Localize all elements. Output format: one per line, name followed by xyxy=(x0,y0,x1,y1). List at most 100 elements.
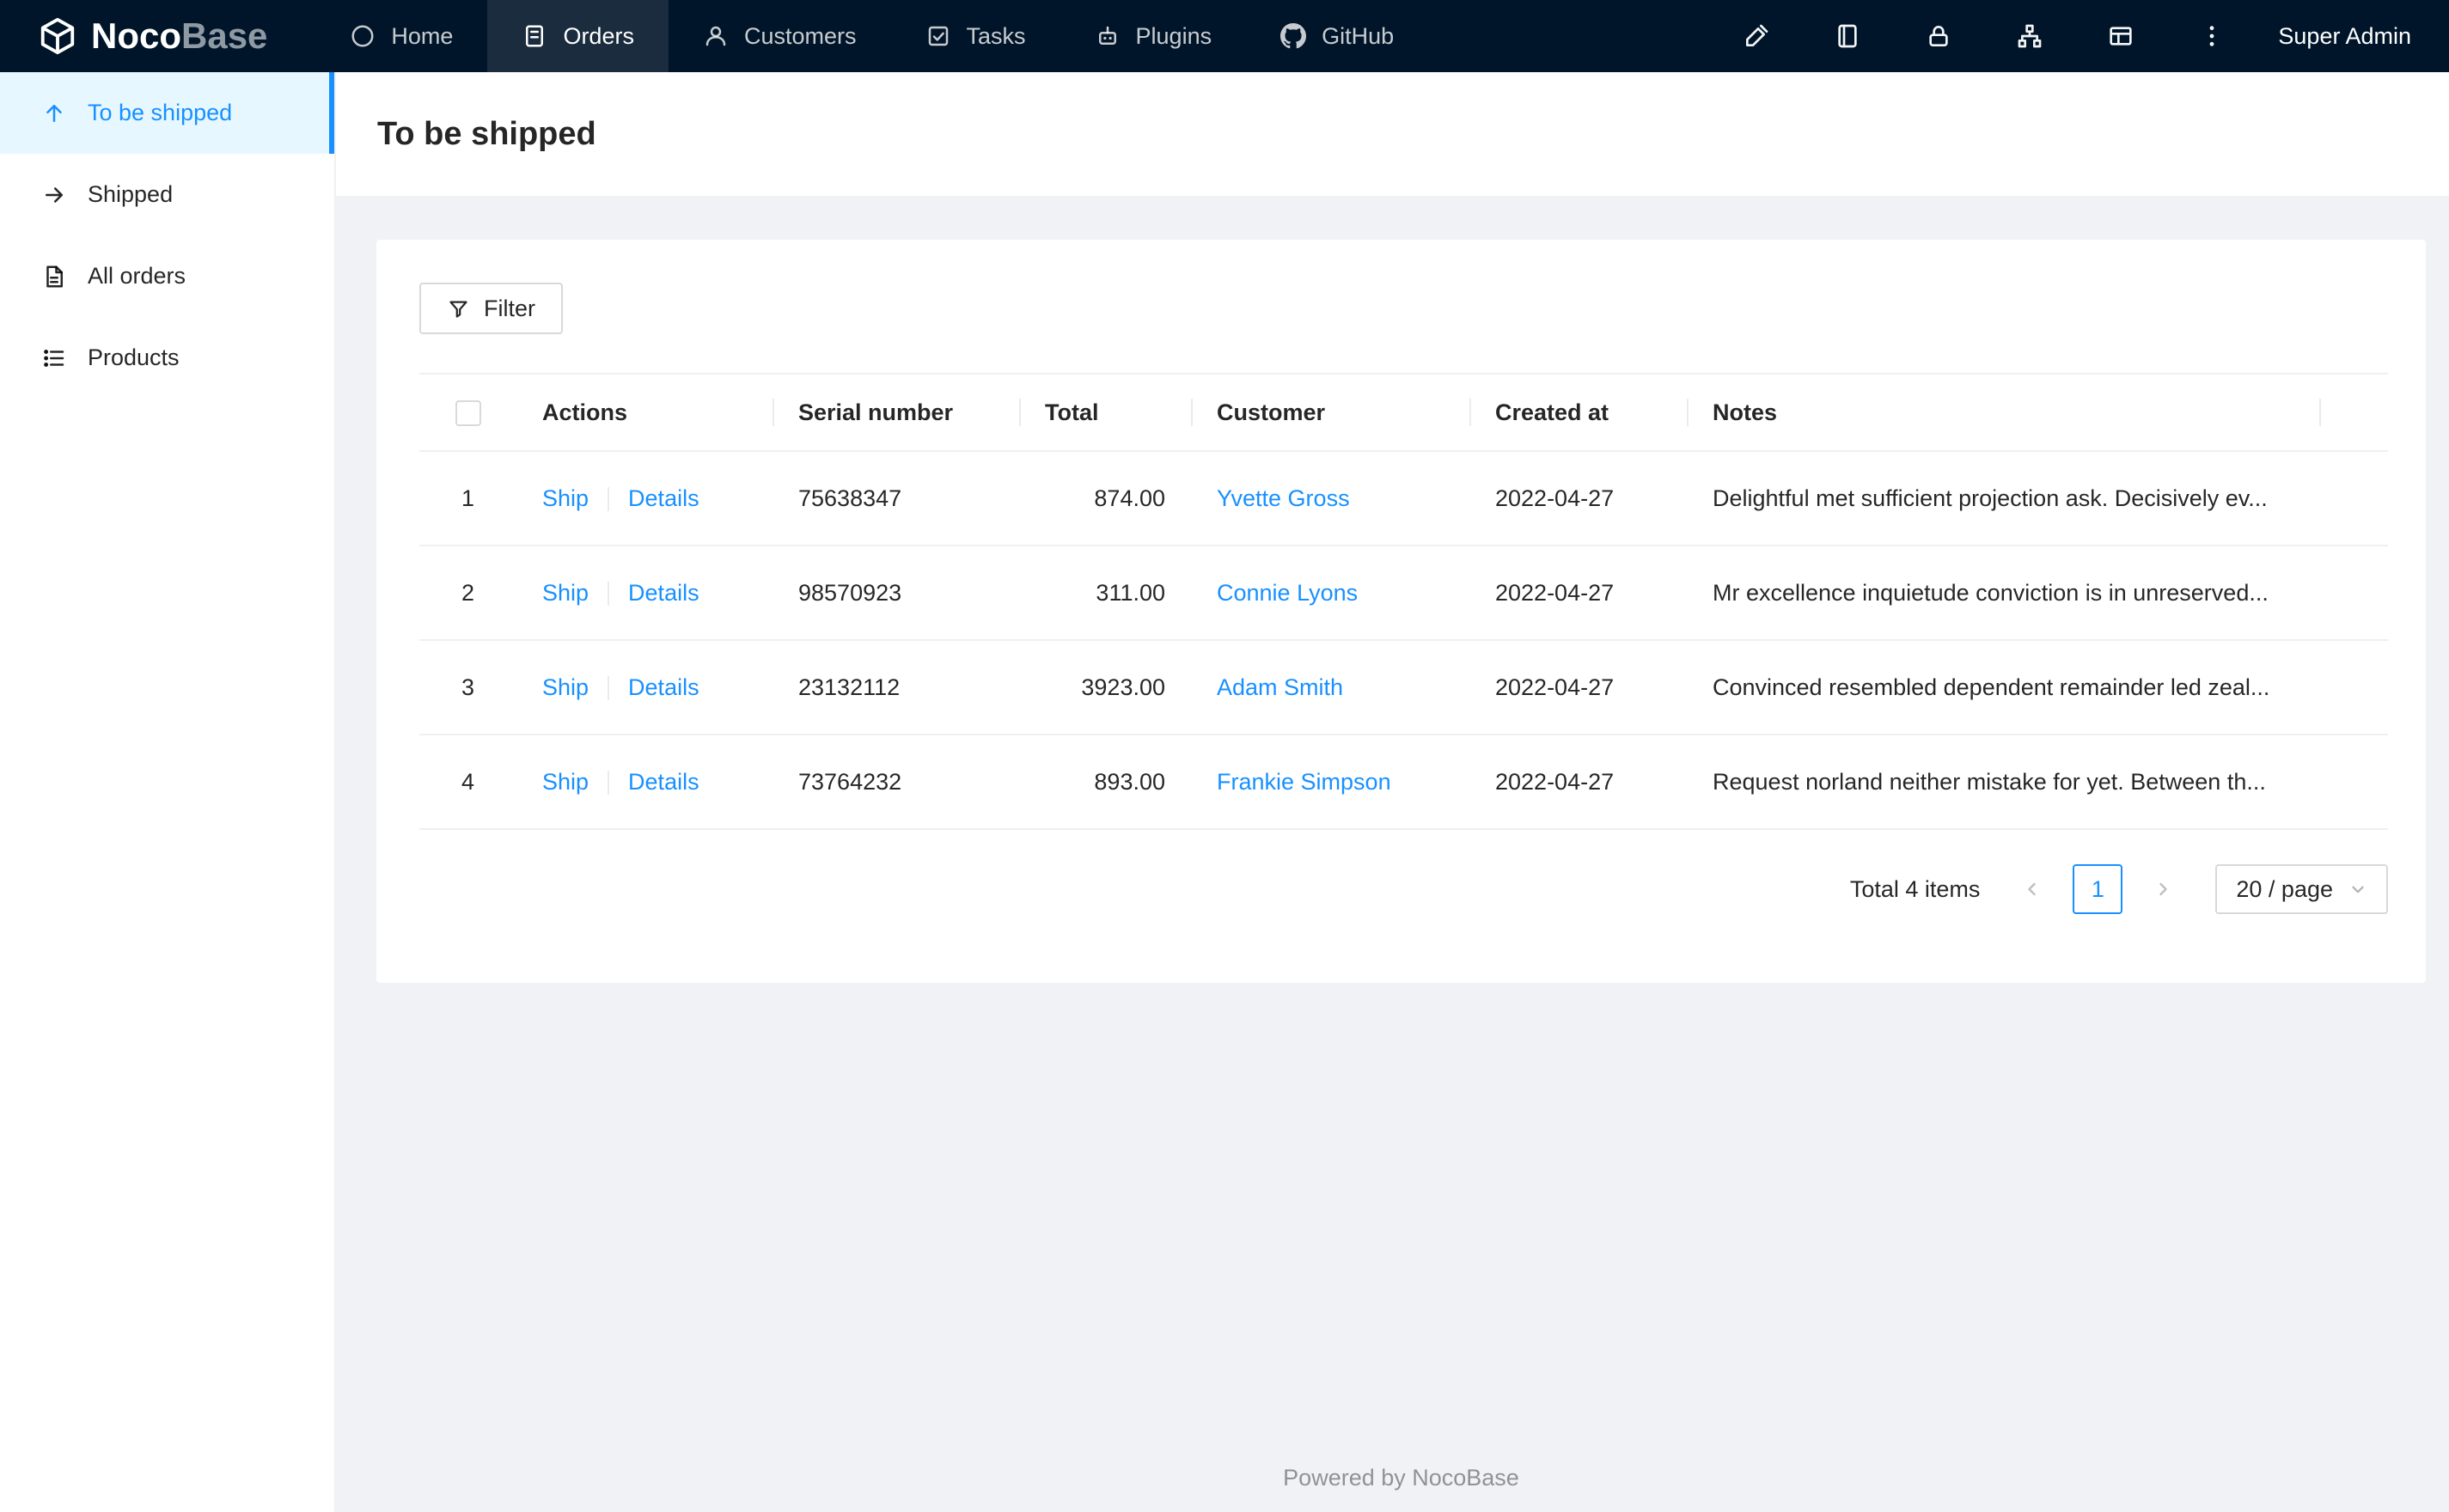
notebook-icon xyxy=(1838,24,1858,48)
nav-item-label: Orders xyxy=(563,22,634,49)
page-1-button[interactable]: 1 xyxy=(2073,864,2123,914)
customer-link[interactable]: Adam Smith xyxy=(1217,674,1343,700)
app-window: NocoBase Home Orders Customers Tasks Plu… xyxy=(0,0,2449,1512)
nav-item-label: Plugins xyxy=(1135,22,1212,49)
navbar-actions: Super Admin xyxy=(1731,0,2449,72)
collaboration-icon xyxy=(2018,24,2042,48)
page-title: To be shipped xyxy=(377,115,596,152)
brand[interactable]: NocoBase xyxy=(0,0,315,72)
filter-icon xyxy=(449,301,467,318)
row-index[interactable]: 1 xyxy=(419,451,516,546)
row-index[interactable]: 2 xyxy=(419,546,516,641)
action-divider xyxy=(608,582,610,607)
pagination-total: Total 4 items xyxy=(1849,875,1981,902)
serial-number-cell: 98570923 xyxy=(773,546,1019,641)
user-menu[interactable]: Super Admin xyxy=(2278,23,2411,50)
arrow-right-icon xyxy=(46,186,63,203)
page-size-value: 20 / page xyxy=(2236,875,2333,902)
action-divider xyxy=(608,487,610,512)
orders-icon xyxy=(526,25,544,47)
ship-link[interactable]: Ship xyxy=(542,485,589,511)
sidebar-item-shipped[interactable]: Shipped xyxy=(0,154,334,235)
page-size-select[interactable]: 20 / page xyxy=(2215,864,2388,914)
design-mode-button[interactable] xyxy=(1731,11,1781,61)
nav-item-plugins[interactable]: Plugins xyxy=(1060,0,1247,72)
layout-button[interactable] xyxy=(2096,11,2146,61)
row-actions: Ship Details xyxy=(516,546,773,641)
sidebar-item-to-be-shipped[interactable]: To be shipped xyxy=(0,72,334,154)
row-index[interactable]: 3 xyxy=(419,640,516,735)
nav-item-tasks[interactable]: Tasks xyxy=(891,0,1060,72)
customer-link[interactable]: Yvette Gross xyxy=(1217,485,1350,511)
page-header: To be shipped xyxy=(336,72,2449,196)
details-link[interactable]: Details xyxy=(628,485,699,511)
serial-number-cell: 75638347 xyxy=(773,451,1019,546)
table-row: 4 Ship Details 73764232 893.00 Frankie Si… xyxy=(419,735,2388,830)
total-cell: 311.00 xyxy=(1019,546,1191,641)
ship-link[interactable]: Ship xyxy=(542,674,589,700)
more-menu-button[interactable] xyxy=(2187,11,2237,61)
notes-cell: Request norland neither mistake for yet.… xyxy=(1687,735,2388,830)
details-link[interactable]: Details xyxy=(628,769,699,795)
brand-name: NocoBase xyxy=(91,15,268,56)
row-actions: Ship Details xyxy=(516,451,773,546)
nav-item-label: Home xyxy=(391,22,454,49)
table-block-card: Filter Actions Serial number Total Custo… xyxy=(376,240,2426,983)
created-at-cell: 2022-04-27 xyxy=(1469,640,1687,735)
customer-cell: Yvette Gross xyxy=(1191,451,1469,546)
details-link[interactable]: Details xyxy=(628,580,699,606)
permissions-button[interactable] xyxy=(1914,11,1963,61)
notes-cell: Mr excellence inquietude conviction is i… xyxy=(1687,546,2388,641)
main-area: To be shipped Filter Actions Serial numb… xyxy=(336,72,2449,1512)
nocobase-logo-icon xyxy=(40,17,75,55)
document-icon xyxy=(46,265,63,287)
sidebar-item-label: To be shipped xyxy=(88,100,233,125)
chevron-left-icon xyxy=(2028,882,2037,896)
ship-link[interactable]: Ship xyxy=(542,769,589,795)
nav-item-label: GitHub xyxy=(1322,22,1395,49)
sidebar-item-label: All orders xyxy=(88,263,186,289)
total-cell: 874.00 xyxy=(1019,451,1191,546)
customer-link[interactable]: Frankie Simpson xyxy=(1217,769,1391,795)
created-at-cell: 2022-04-27 xyxy=(1469,735,1687,830)
docs-button[interactable] xyxy=(1823,11,1872,61)
lock-icon xyxy=(1929,26,1949,46)
column-header-actions: Actions xyxy=(516,374,773,452)
ship-link[interactable]: Ship xyxy=(542,580,589,606)
select-all-checkbox[interactable] xyxy=(455,399,481,426)
arrow-up-icon xyxy=(46,104,62,122)
row-actions: Ship Details xyxy=(516,640,773,735)
column-header-total: Total xyxy=(1019,374,1191,452)
collections-button[interactable] xyxy=(2005,11,2055,61)
layout-icon xyxy=(2110,27,2133,46)
notes-cell: Convinced resembled dependent remainder … xyxy=(1687,640,2388,735)
serial-number-cell: 23132112 xyxy=(773,640,1019,735)
sidebar-item-all-orders[interactable]: All orders xyxy=(0,235,334,317)
nav-item-home[interactable]: Home xyxy=(315,0,487,72)
select-all-header xyxy=(419,374,516,452)
main-menu: Home Orders Customers Tasks Plugins GitH… xyxy=(315,0,1428,72)
sidebar-item-products[interactable]: Products xyxy=(0,317,334,399)
column-header-notes: Notes xyxy=(1687,374,2388,452)
customer-cell: Adam Smith xyxy=(1191,640,1469,735)
nav-item-github[interactable]: GitHub xyxy=(1246,0,1428,72)
table-row: 2 Ship Details 98570923 311.00 Connie Lyo… xyxy=(419,546,2388,641)
customer-link[interactable]: Connie Lyons xyxy=(1217,580,1358,606)
powered-by-footer: Powered by NocoBase xyxy=(1283,1465,1519,1491)
customer-cell: Connie Lyons xyxy=(1191,546,1469,641)
sidebar-item-label: Shipped xyxy=(88,181,174,207)
chevron-down-icon xyxy=(2352,886,2364,893)
prev-page-button[interactable] xyxy=(2007,864,2057,914)
filter-button[interactable]: Filter xyxy=(419,283,563,334)
content-area: Filter Actions Serial number Total Custo… xyxy=(336,196,2449,1512)
column-header-created-at: Created at xyxy=(1469,374,1687,452)
serial-number-cell: 73764232 xyxy=(773,735,1019,830)
row-index[interactable]: 4 xyxy=(419,735,516,830)
created-at-cell: 2022-04-27 xyxy=(1469,546,1687,641)
next-page-button[interactable] xyxy=(2138,864,2188,914)
nav-item-customers[interactable]: Customers xyxy=(669,0,891,72)
list-icon xyxy=(44,349,64,367)
table-row: 1 Ship Details 75638347 874.00 Yvette Gro… xyxy=(419,451,2388,546)
nav-item-orders[interactable]: Orders xyxy=(487,0,669,72)
details-link[interactable]: Details xyxy=(628,674,699,700)
